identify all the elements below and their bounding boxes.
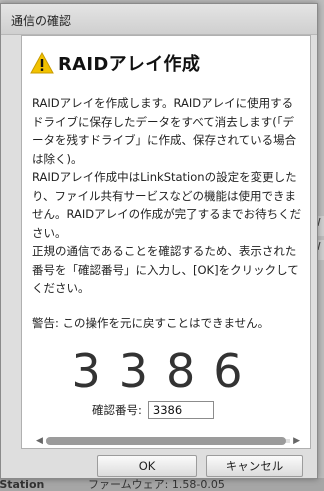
background-firmware-text: ファームウェア: 1.58-0.05: [88, 478, 225, 491]
cancel-button[interactable]: キャンセル: [206, 455, 303, 477]
dialog-message: RAIDアレイを作成します。RAIDアレイに使用するドライブに保存したデータをす…: [32, 96, 302, 295]
dialog-heading-text: RAIDアレイ作成: [58, 54, 201, 75]
confirm-number-label: 確認番号:: [92, 403, 142, 417]
ok-button[interactable]: OK: [97, 455, 197, 477]
confirm-dialog: 通信の確認 RAIDアレイ作成 RAIDアレイを作成します。RAIDアレイに使用…: [0, 3, 318, 479]
confirmation-code-display: 3386: [71, 344, 261, 398]
scroll-right-arrow-icon[interactable]: ▶: [293, 436, 300, 446]
confirm-number-input[interactable]: [147, 401, 214, 419]
dialog-heading: RAIDアレイ作成: [30, 48, 200, 78]
scrollbar-thumb[interactable]: [46, 437, 286, 445]
horizontal-scrollbar[interactable]: ◀ ▶: [36, 436, 300, 446]
background-status-bar: kStation ファームウェア: 1.58-0.05: [0, 478, 324, 491]
dialog-warning-text: 警告: この操作を元に戻すことはできません。: [32, 316, 270, 330]
dialog-title: 通信の確認: [11, 14, 72, 28]
dialog-titlebar[interactable]: 通信の確認: [1, 4, 317, 35]
dialog-content-panel: RAIDアレイ作成 RAIDアレイを作成します。RAIDアレイに使用するドライブ…: [21, 35, 311, 449]
warning-triangle-icon: [30, 51, 54, 74]
confirm-number-row: 確認番号:: [92, 401, 214, 419]
background-app-name: kStation: [0, 478, 45, 491]
scroll-left-arrow-icon[interactable]: ◀: [36, 436, 43, 446]
